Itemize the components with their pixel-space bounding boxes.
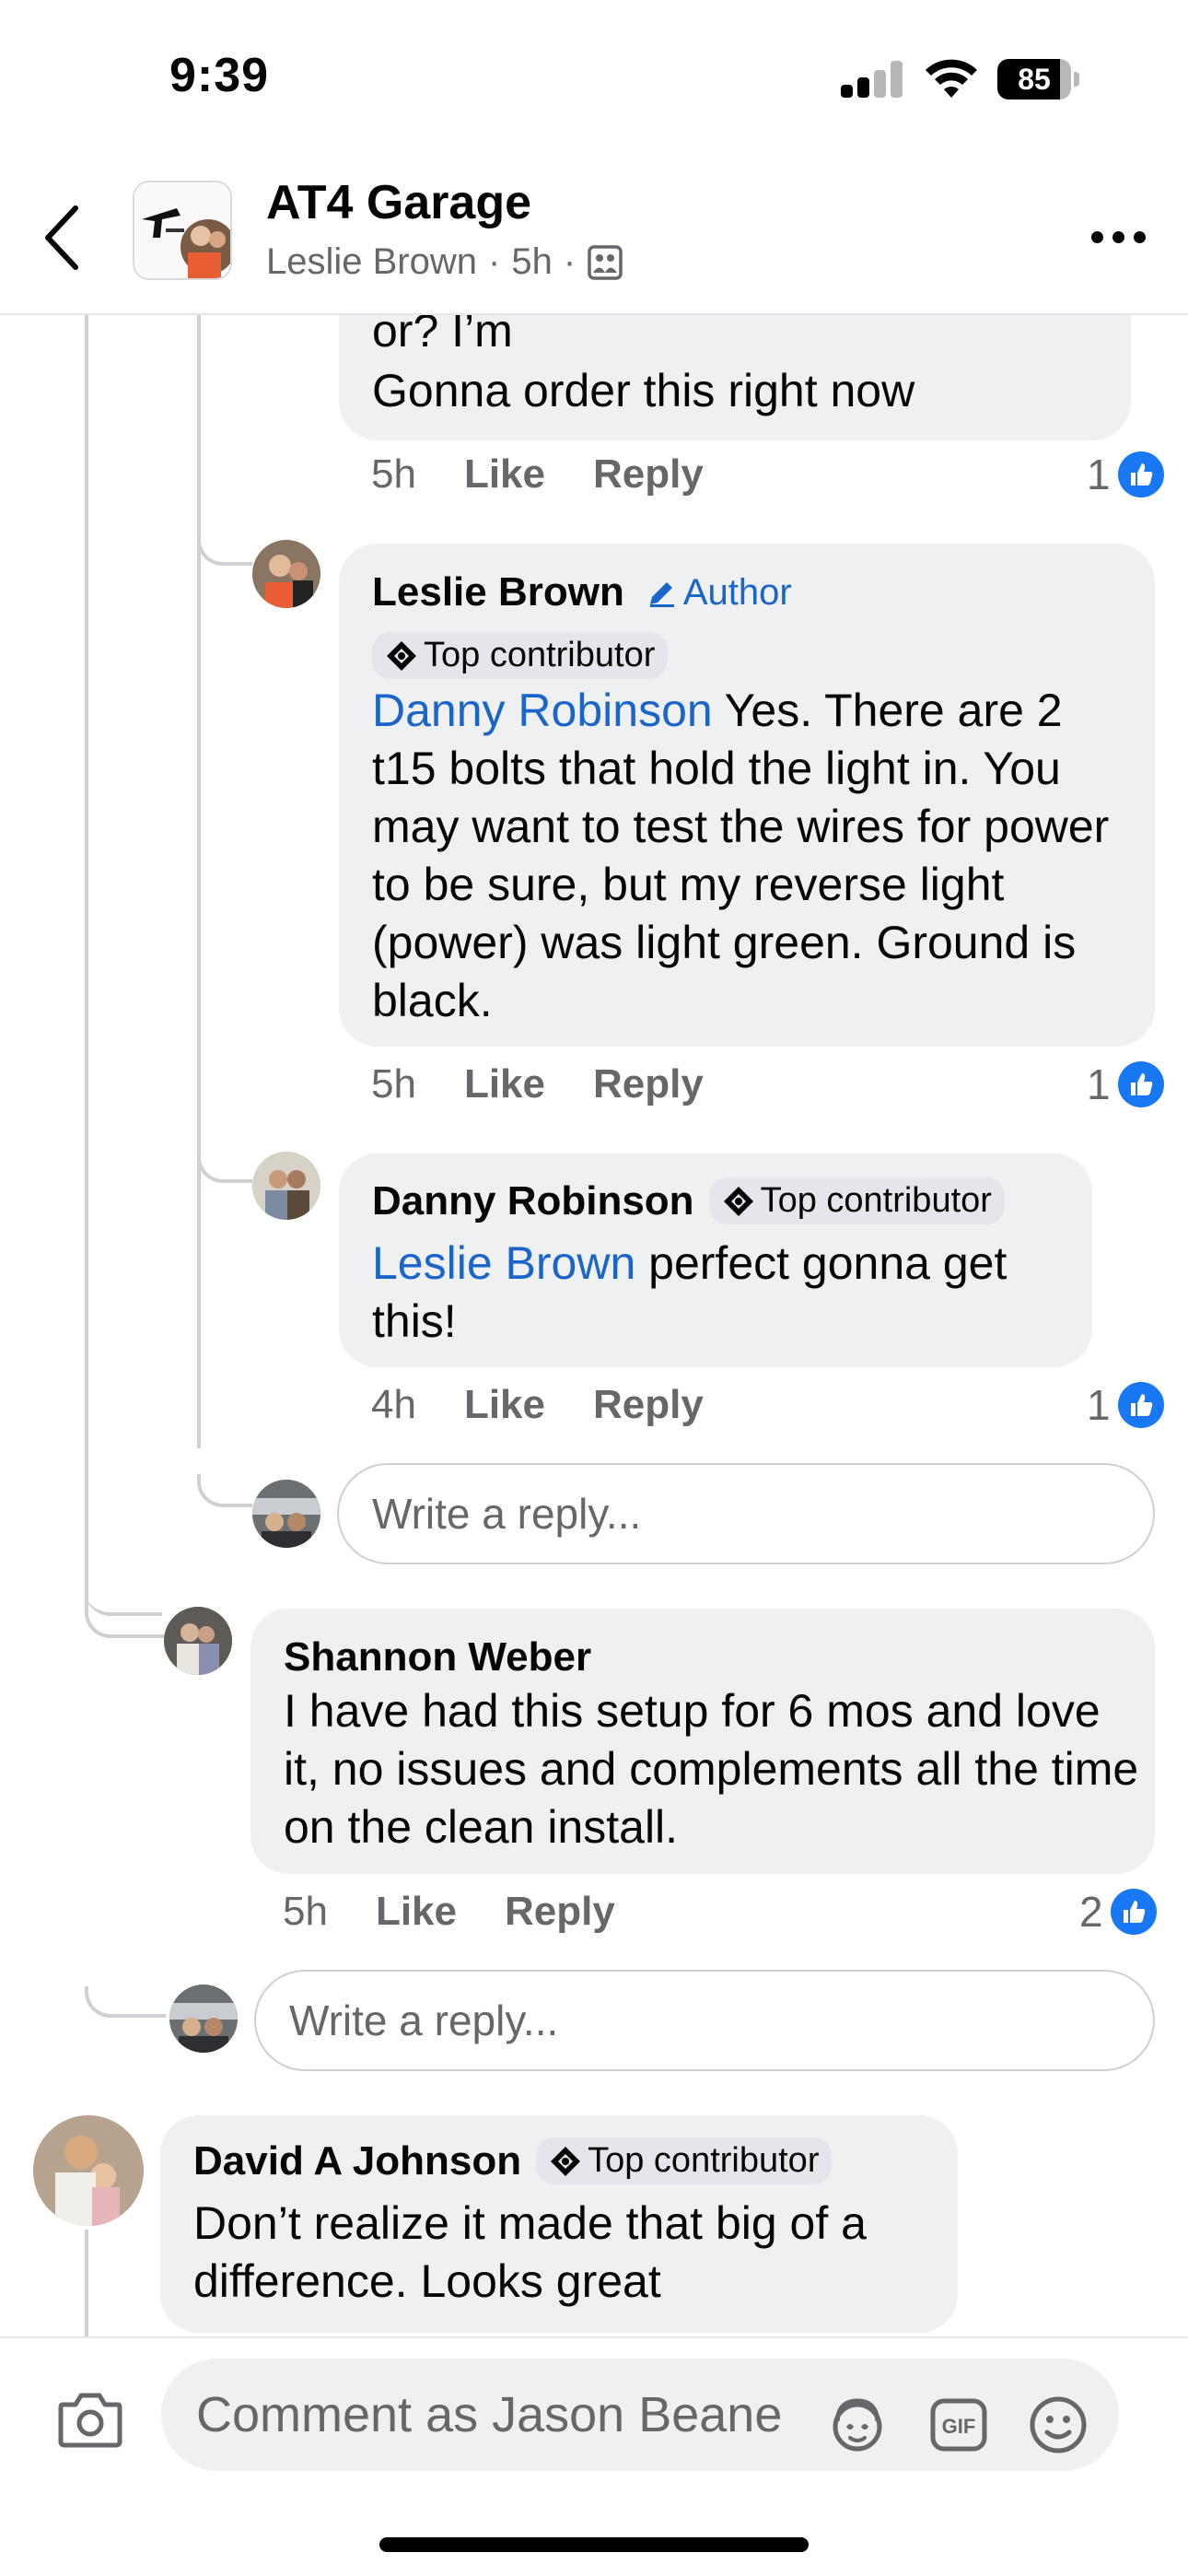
thumbs-up-icon — [1110, 1889, 1157, 1935]
reaction-count[interactable]: 1 — [1087, 1060, 1164, 1109]
avatar[interactable] — [252, 1152, 320, 1220]
top-contributor-badge: Top contributor — [372, 632, 669, 679]
top-contributor-badge: Top contributor — [536, 2137, 833, 2184]
post-header: AT4 Garage Leslie Brown · 5h · — [0, 157, 1188, 315]
avatar[interactable] — [164, 1607, 232, 1675]
badge-label: Top contributor — [760, 1181, 992, 1220]
separator: · — [488, 241, 501, 282]
svg-text:GIF: GIF — [942, 2415, 976, 2438]
reply-button[interactable]: Reply — [593, 1061, 704, 1107]
comment-bubble: David A Johnson Top contributor Don’t re… — [160, 2115, 958, 2333]
mention-link[interactable]: Leslie Brown — [372, 1237, 635, 1289]
badge-label: Top contributor — [588, 2141, 820, 2180]
comment-placeholder: Comment as Jason Beane — [196, 2387, 783, 2442]
comment-text: Danny Robinson Yes. There are 2 t15 bolt… — [372, 682, 1133, 1030]
reaction-count[interactable]: 1 — [1087, 1380, 1164, 1430]
separator: · — [563, 241, 577, 282]
reply-button[interactable]: Reply — [505, 1889, 615, 1935]
comment-time: 4h — [371, 1382, 416, 1427]
thread-line — [197, 315, 201, 1448]
group-members-icon — [588, 244, 623, 280]
like-button[interactable]: Like — [464, 1382, 545, 1428]
wifi-icon — [926, 59, 977, 98]
comment-text: Leslie Brown perfect gonna get this! — [372, 1235, 1072, 1351]
comment-bubble: or? I’m Gonna order this right now — [339, 295, 1131, 440]
thumbs-up-icon — [1117, 1382, 1164, 1428]
battery-icon: 85 — [997, 59, 1080, 100]
group-title[interactable]: AT4 Garage — [266, 175, 531, 230]
like-button[interactable]: Like — [464, 1061, 545, 1107]
reaction-number: 1 — [1087, 1381, 1111, 1429]
reaction-number: 2 — [1079, 1888, 1103, 1936]
reaction-number: 1 — [1087, 1060, 1111, 1108]
home-indicator[interactable] — [379, 2537, 809, 2552]
status-bar: 9:39 85 — [0, 0, 1188, 157]
commenter-name[interactable]: David A Johnson — [193, 2138, 521, 2184]
mention-link[interactable]: Danny Robinson — [372, 685, 713, 736]
like-button[interactable]: Like — [464, 451, 545, 498]
comment-text: Gonna order this right now — [372, 365, 915, 416]
comment-text: I have had this setup for 6 mos and love… — [284, 1685, 1139, 1853]
reaction-count[interactable]: 2 — [1079, 1887, 1157, 1937]
comment-actions: 4h Like Reply — [371, 1382, 751, 1428]
comment-bubble: Danny Robinson Top contributor Leslie Br… — [339, 1153, 1092, 1367]
pencil-icon — [649, 582, 674, 607]
commenter-name[interactable]: Leslie Brown — [372, 569, 624, 615]
thread-connector — [85, 1603, 166, 1638]
cellular-signal-icon — [841, 61, 903, 98]
top-contributor-icon — [387, 640, 416, 671]
more-icon[interactable] — [1091, 223, 1150, 251]
gif-icon[interactable]: GIF — [927, 2394, 990, 2456]
comment-bubble: Leslie Brown Author Top contributor Dann… — [339, 544, 1155, 1047]
comment-actions: 5h Like Reply — [371, 451, 751, 498]
thread-line — [85, 315, 88, 1616]
top-contributor-icon — [723, 1186, 753, 1216]
current-user-avatar — [252, 1480, 320, 1548]
reaction-number: 1 — [1087, 451, 1111, 498]
top-contributor-icon — [551, 2146, 581, 2176]
thread-connector — [197, 533, 252, 566]
author-label: Author — [682, 571, 792, 613]
group-avatar[interactable] — [133, 181, 232, 280]
chevron-left-icon[interactable] — [37, 201, 92, 275]
avatar[interactable] — [33, 2115, 144, 2226]
comment-input[interactable]: Comment as Jason Beane GIF — [161, 2359, 1119, 2471]
status-time: 9:39 — [169, 49, 270, 102]
post-age: 5h — [511, 241, 553, 282]
comment-time: 5h — [371, 1061, 416, 1107]
thread-connector — [85, 1986, 166, 2018]
reply-input[interactable]: Write a reply... — [337, 1463, 1155, 1564]
reaction-count[interactable]: 1 — [1087, 450, 1164, 499]
comment-actions: 5h Like Reply — [371, 1061, 751, 1107]
thread-line — [85, 2230, 88, 2336]
post-meta: Leslie Brown · 5h · — [266, 241, 623, 283]
commenter-name[interactable]: Danny Robinson — [372, 1178, 694, 1224]
thumbs-up-icon — [1117, 1061, 1164, 1107]
reply-placeholder: Write a reply... — [289, 1996, 559, 2044]
comment-actions: 5h Like Reply — [283, 1889, 663, 1935]
thread-connector — [197, 1150, 252, 1183]
commenter-name[interactable]: Shannon Weber — [284, 1634, 591, 1680]
comment-time: 5h — [283, 1889, 328, 1934]
reply-input[interactable]: Write a reply... — [254, 1970, 1155, 2071]
emoji-icon[interactable] — [1027, 2394, 1089, 2456]
thumbs-up-icon — [1117, 451, 1164, 498]
camera-icon[interactable] — [57, 2390, 123, 2449]
battery-level: 85 — [1018, 63, 1051, 96]
reply-button[interactable]: Reply — [593, 451, 704, 498]
comment-time: 5h — [371, 451, 416, 497]
avatar-sticker-icon[interactable] — [826, 2394, 889, 2456]
reply-placeholder: Write a reply... — [372, 1490, 642, 1538]
reply-button[interactable]: Reply — [593, 1382, 704, 1428]
top-contributor-badge: Top contributor — [708, 1177, 1005, 1224]
current-user-avatar — [169, 1985, 238, 2053]
like-button[interactable]: Like — [376, 1889, 457, 1935]
comment-text: Don’t realize it made that big of a diff… — [193, 2197, 867, 2307]
author-badge: Author — [646, 572, 792, 614]
avatar[interactable] — [252, 540, 320, 608]
thread-connector — [197, 1474, 252, 1507]
post-author[interactable]: Leslie Brown — [266, 241, 477, 283]
comment-bubble: Shannon Weber I have had this setup for … — [250, 1609, 1155, 1874]
badge-label: Top contributor — [424, 636, 656, 674]
